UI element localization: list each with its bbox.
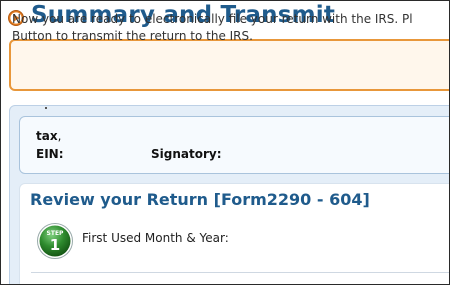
tax-label: tax, [36,129,62,143]
taxpayer-info-box [19,116,449,174]
notice-line-2: Button to transmit the return to the IRS… [12,29,253,43]
first-used-month-label: First Used Month & Year: [82,231,229,245]
signatory-label: Signatory: [151,147,222,161]
panel-dot [45,107,47,109]
ein-label: EIN: [36,147,64,161]
notice-line-1: Now you are ready to electronically file… [12,12,413,26]
review-title: Review your Return [Form2290 - 604] [30,190,370,209]
page-frame: Summary and Transmit Now you are ready t… [0,0,450,285]
notice-text: Now you are ready to electronically file… [12,11,449,45]
step-number: 1 [50,236,60,254]
section-divider [31,272,449,273]
step-1-badge-icon: STEP 1 [37,223,73,259]
transmit-notice [9,39,449,91]
